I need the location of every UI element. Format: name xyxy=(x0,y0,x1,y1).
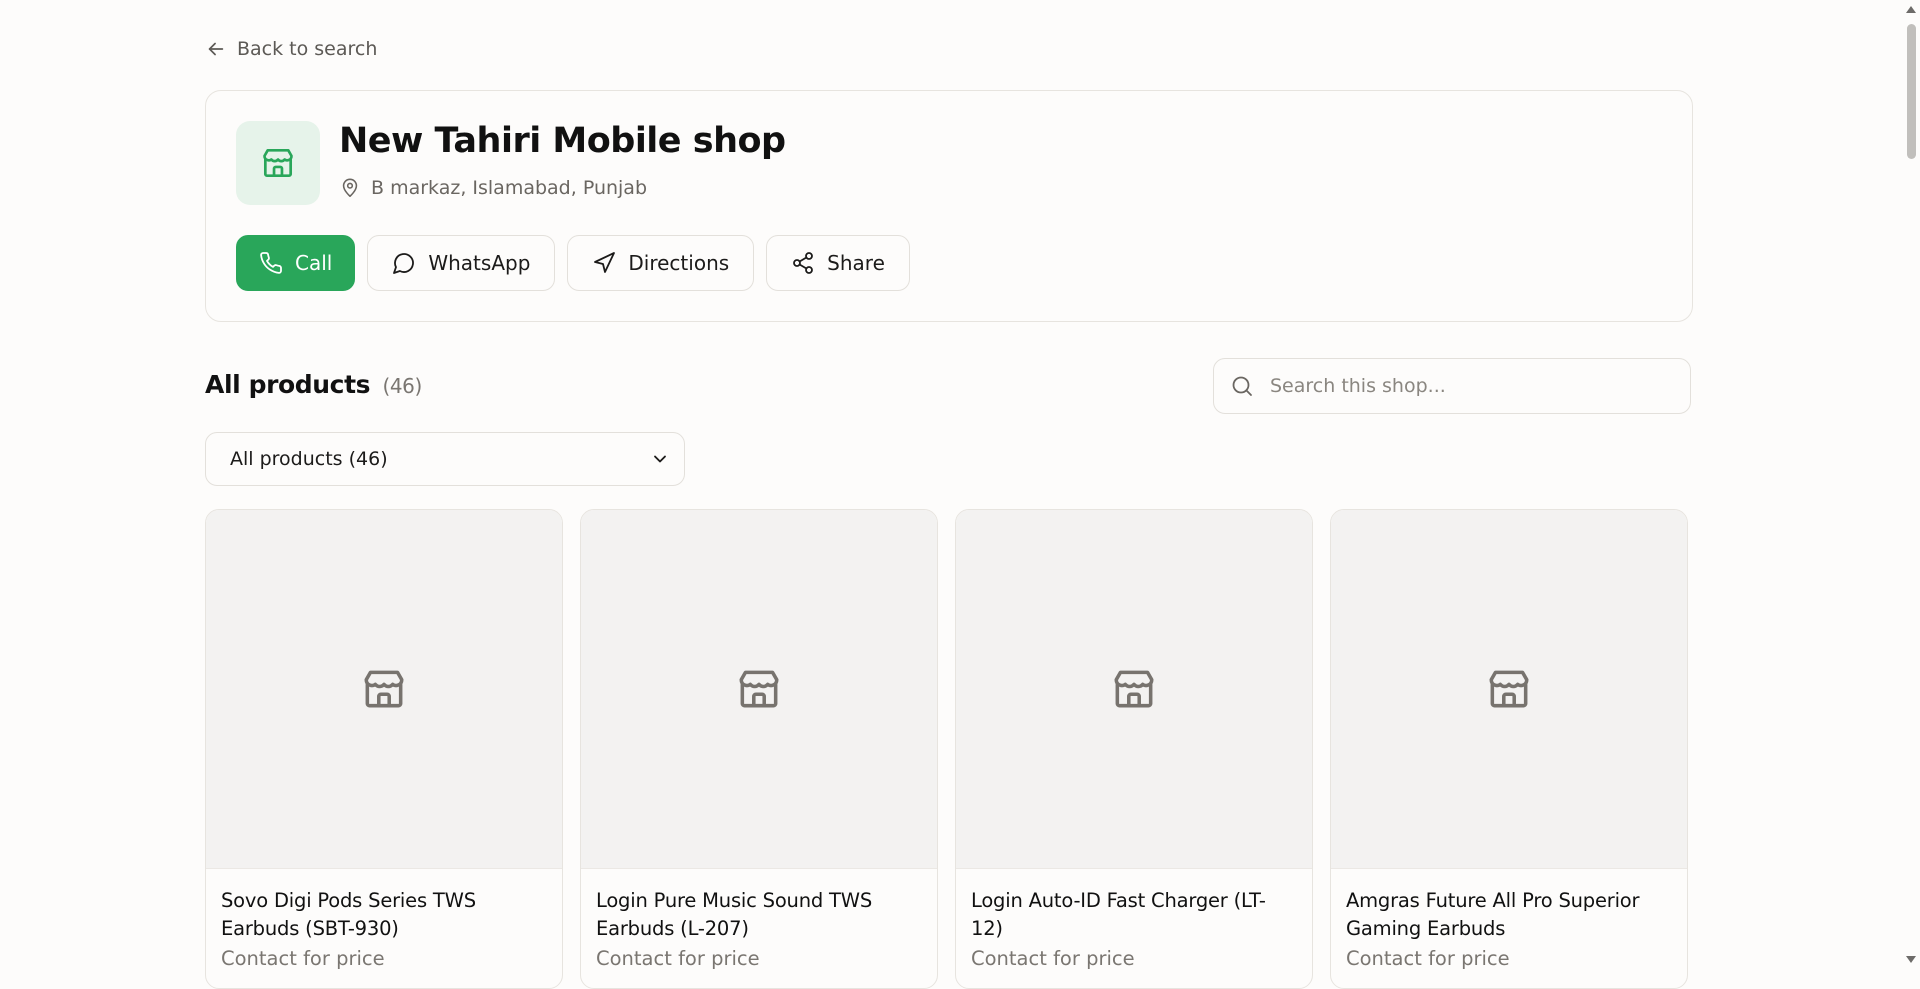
chevron-down-icon xyxy=(654,455,666,463)
directions-button[interactable]: Directions xyxy=(567,235,755,291)
store-icon xyxy=(1489,670,1529,708)
shop-name: New Tahiri Mobile shop xyxy=(339,121,786,161)
directions-button-label: Directions xyxy=(628,251,730,275)
product-grid: Sovo Digi Pods Series TWS Earbuds (SBT-9… xyxy=(205,509,1688,989)
share-icon xyxy=(793,252,814,274)
whatsapp-button[interactable]: WhatsApp xyxy=(367,235,556,291)
product-name: Login Auto-ID Fast Charger (LT-12) xyxy=(971,889,1266,940)
call-button[interactable]: Call xyxy=(236,235,356,291)
page-scrollbar[interactable] xyxy=(1903,0,1920,969)
store-icon xyxy=(739,670,779,708)
store-icon xyxy=(263,148,293,178)
product-image-placeholder xyxy=(581,510,937,869)
store-icon xyxy=(1114,670,1154,708)
product-image-placeholder xyxy=(206,510,562,869)
category-dropdown[interactable]: All products (46) xyxy=(205,432,685,486)
product-name: Sovo Digi Pods Series TWS Earbuds (SBT-9… xyxy=(221,889,476,940)
arrow-left-icon xyxy=(208,42,224,56)
shop-location-text: B markaz, Islamabad, Punjab xyxy=(371,177,648,199)
product-price: Contact for price xyxy=(221,947,385,970)
shop-location: B markaz, Islamabad, Punjab xyxy=(339,177,647,199)
scroll-up-arrow[interactable] xyxy=(1906,6,1916,13)
product-image-placeholder xyxy=(956,510,1312,869)
product-card[interactable]: Login Auto-ID Fast Charger (LT-12) Conta… xyxy=(955,509,1313,989)
product-card[interactable]: Amgras Future All Pro Superior Gaming Ea… xyxy=(1330,509,1688,989)
shop-search-box[interactable] xyxy=(1213,358,1691,414)
product-price: Contact for price xyxy=(1346,947,1510,970)
product-name: Login Pure Music Sound TWS Earbuds (L-20… xyxy=(596,889,873,940)
search-icon xyxy=(1232,376,1252,396)
scroll-down-arrow[interactable] xyxy=(1906,956,1916,963)
scroll-thumb[interactable] xyxy=(1907,24,1916,159)
share-button-label: Share xyxy=(827,251,885,275)
call-button-label: Call xyxy=(295,251,333,275)
category-dropdown-value: All products (46) xyxy=(230,448,388,470)
product-card[interactable]: Sovo Digi Pods Series TWS Earbuds (SBT-9… xyxy=(205,509,563,989)
store-icon xyxy=(364,670,404,708)
product-price: Contact for price xyxy=(596,947,760,970)
product-price: Contact for price xyxy=(971,947,1135,970)
navigation-icon xyxy=(594,252,616,273)
product-card[interactable]: Login Pure Music Sound TWS Earbuds (L-20… xyxy=(580,509,938,989)
message-circle-icon xyxy=(393,253,415,274)
product-name: Amgras Future All Pro Superior Gaming Ea… xyxy=(1346,889,1640,940)
phone-icon xyxy=(260,252,282,274)
shop-header-card: New Tahiri Mobile shop B markaz, Islamab… xyxy=(205,90,1693,322)
products-count: (46) xyxy=(382,374,422,398)
back-link-label: Back to search xyxy=(237,38,378,60)
shop-actions: Call WhatsApp Directions Share xyxy=(236,235,910,291)
shop-search-input[interactable] xyxy=(1268,374,1672,398)
products-heading: All products (46) xyxy=(205,370,422,399)
product-image-placeholder xyxy=(1331,510,1687,869)
whatsapp-button-label: WhatsApp xyxy=(428,251,531,275)
back-to-search-link[interactable]: Back to search xyxy=(205,38,377,60)
share-button[interactable]: Share xyxy=(766,235,910,291)
products-heading-title: All products xyxy=(205,370,371,399)
shop-logo xyxy=(236,121,320,205)
map-pin-icon xyxy=(342,178,358,198)
